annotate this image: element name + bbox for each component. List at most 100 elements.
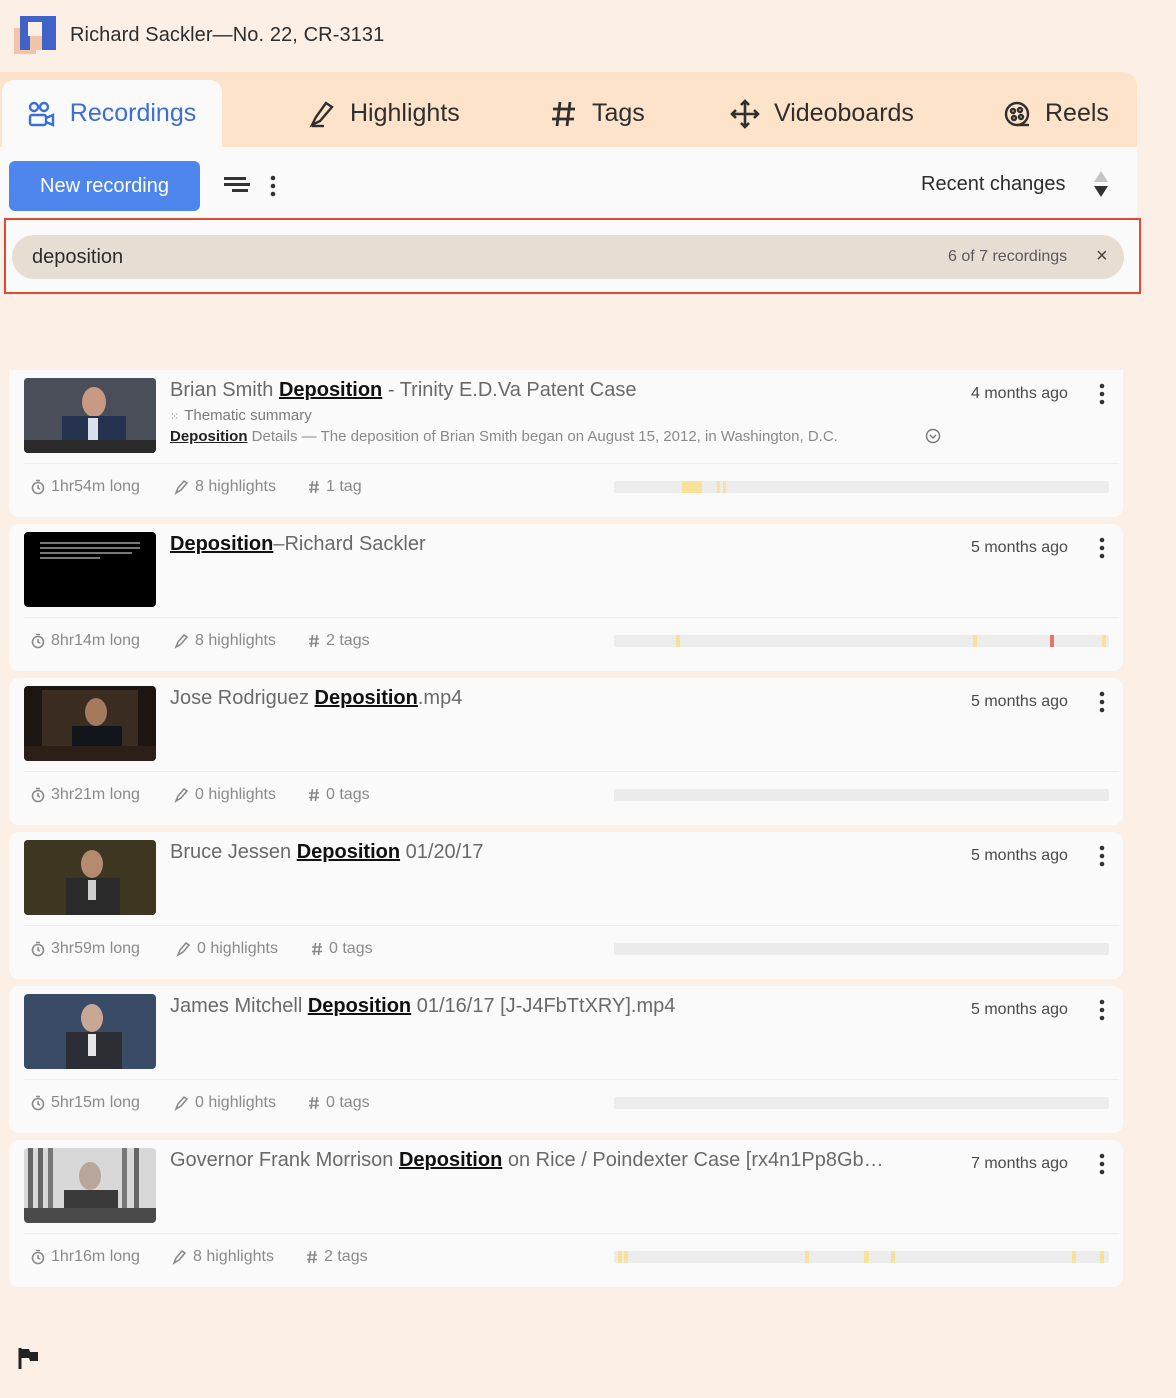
more-options-icon[interactable] — [1097, 537, 1107, 559]
card-divider — [24, 617, 1119, 618]
tab-highlights[interactable]: Highlights — [308, 80, 460, 147]
tag-count[interactable]: 2 tags — [306, 1248, 368, 1266]
timeline-highlight-mark[interactable] — [675, 635, 680, 647]
search-snippet[interactable]: Deposition Details — The deposition of B… — [170, 428, 905, 445]
duration-text: 8hr14m long — [51, 632, 140, 649]
timeline-highlight-mark[interactable] — [617, 1251, 622, 1263]
flag-icon[interactable] — [18, 1346, 40, 1370]
recording-card[interactable]: Governor Frank Morrison Deposition on Ri… — [9, 1140, 1123, 1287]
recording-card[interactable]: James Mitchell Deposition 01/16/17 [J-J4… — [9, 986, 1123, 1133]
timeline-highlight-mark[interactable] — [804, 1251, 809, 1263]
recording-thumbnail[interactable] — [24, 840, 156, 915]
highlight-count[interactable]: 0 highlights — [174, 1094, 276, 1112]
recording-thumbnail[interactable] — [24, 1148, 156, 1223]
tag-count[interactable]: 0 tags — [308, 1094, 370, 1112]
duration: 5hr15m long — [31, 1094, 140, 1112]
highlight-timeline[interactable] — [614, 635, 1109, 647]
sort-arrows-icon[interactable] — [1092, 169, 1110, 199]
duration: 8hr14m long — [31, 632, 140, 650]
duration-text: 1hr54m long — [51, 478, 140, 495]
app-header: Richard Sackler—No. 22, CR-3131 — [0, 0, 1176, 72]
snippet-match: Deposition — [170, 428, 248, 445]
highlight-timeline[interactable] — [614, 789, 1109, 801]
recording-thumbnail[interactable] — [24, 686, 156, 761]
timeline-highlight-mark[interactable] — [716, 481, 720, 493]
card-divider — [24, 1079, 1119, 1080]
title-suffix: –Richard Sackler — [273, 533, 426, 555]
duration: 1hr54m long — [31, 478, 140, 496]
card-divider — [24, 771, 1119, 772]
highlight-count[interactable]: 8 highlights — [172, 1248, 274, 1266]
recording-title[interactable]: James Mitchell Deposition 01/16/17 [J-J4… — [170, 995, 940, 1018]
title-match: Deposition — [296, 841, 401, 863]
tag-count[interactable]: 0 tags — [308, 786, 370, 804]
timeline-highlight-mark[interactable] — [891, 1251, 896, 1263]
more-options-icon[interactable] — [268, 175, 278, 197]
highlighter-icon — [176, 941, 191, 957]
highlight-timeline[interactable] — [614, 481, 1109, 493]
recordings-icon — [28, 101, 54, 127]
recording-card[interactable]: Brian Smith Deposition - Trinity E.D.Va … — [9, 370, 1123, 517]
new-recording-button[interactable]: New recording — [9, 161, 200, 211]
more-options-icon[interactable] — [1097, 1153, 1107, 1175]
recording-thumbnail[interactable] — [24, 378, 156, 453]
tab-videoboards[interactable]: Videoboards — [730, 80, 914, 147]
timeline-highlight-mark[interactable] — [1071, 1251, 1076, 1263]
timeline-highlight-mark[interactable] — [722, 481, 726, 493]
tab-recordings[interactable]: Recordings — [2, 80, 222, 147]
tab-reels[interactable]: Reels — [1003, 80, 1109, 147]
recording-card[interactable]: Jose Rodriguez Deposition.mp4 5 months ag… — [9, 678, 1123, 825]
timeline-highlight-mark[interactable] — [681, 481, 702, 493]
tag-count[interactable]: 0 tags — [311, 940, 373, 958]
timeline-highlight-mark[interactable] — [1101, 635, 1106, 647]
tab-label: Recordings — [69, 99, 197, 127]
highlight-timeline[interactable] — [614, 1251, 1109, 1263]
clear-search-icon[interactable]: × — [1096, 246, 1108, 266]
timeline-highlight-mark[interactable] — [863, 1251, 869, 1263]
recording-title[interactable]: Deposition–Richard Sackler — [170, 533, 940, 556]
expand-chevron-icon[interactable] — [925, 428, 941, 444]
highlight-count[interactable]: 0 highlights — [174, 786, 276, 804]
highlighter-icon — [174, 1095, 189, 1111]
more-options-icon[interactable] — [1097, 845, 1107, 867]
title-match: Deposition — [170, 533, 274, 555]
snippet-text: Details — The deposition of Brian Smith … — [247, 428, 838, 445]
more-options-icon[interactable] — [1097, 999, 1107, 1021]
more-options-icon[interactable] — [1097, 691, 1107, 713]
highlighter-icon — [172, 1249, 187, 1265]
hash-icon — [309, 634, 319, 648]
title-prefix: Bruce Jessen — [170, 841, 297, 863]
timeline-highlight-mark[interactable] — [623, 1251, 628, 1263]
project-title: Richard Sackler—No. 22, CR-3131 — [70, 24, 385, 46]
recording-date: 5 months ago — [971, 539, 1068, 556]
timeline-highlight-mark[interactable] — [1100, 1251, 1105, 1263]
highlight-count[interactable]: 0 highlights — [176, 940, 278, 958]
timeline-highlight-mark[interactable] — [972, 635, 977, 647]
recording-card[interactable]: Bruce Jessen Deposition 01/20/17 5 months… — [9, 832, 1123, 979]
highlight-count[interactable]: 8 highlights — [174, 478, 276, 496]
app-logo[interactable] — [14, 14, 58, 58]
sort-label[interactable]: Recent changes — [921, 173, 1066, 196]
recording-title[interactable]: Jose Rodriguez Deposition.mp4 — [170, 687, 940, 710]
highlight-timeline[interactable] — [614, 943, 1109, 955]
highlight-timeline[interactable] — [614, 1097, 1109, 1109]
tag-count[interactable]: 2 tags — [308, 632, 370, 650]
recording-title[interactable]: Bruce Jessen Deposition 01/20/17 — [170, 841, 940, 864]
recording-card[interactable]: Deposition–Richard Sackler 5 months ago 8h… — [9, 524, 1123, 671]
recording-title[interactable]: Governor Frank Morrison Deposition on Ri… — [170, 1149, 940, 1172]
clock-icon — [31, 1249, 45, 1265]
title-prefix: Governor Frank Morrison — [170, 1149, 399, 1171]
hash-icon — [312, 942, 322, 956]
hash-icon — [309, 480, 319, 494]
tab-bar: Recordings Highlights Tags Videoboards R… — [0, 72, 1137, 147]
filter-lines-icon[interactable] — [222, 175, 250, 195]
recording-thumbnail[interactable] — [24, 994, 156, 1069]
recording-title[interactable]: Brian Smith Deposition - Trinity E.D.Va … — [170, 379, 940, 402]
highlight-count[interactable]: 8 highlights — [174, 632, 276, 650]
timeline-highlight-mark[interactable] — [1049, 635, 1055, 647]
tab-tags[interactable]: Tags — [550, 80, 645, 147]
tag-count[interactable]: 1 tag — [308, 478, 362, 496]
more-options-icon[interactable] — [1097, 383, 1107, 405]
recording-thumbnail[interactable] — [24, 532, 156, 607]
search-input[interactable] — [32, 244, 632, 270]
